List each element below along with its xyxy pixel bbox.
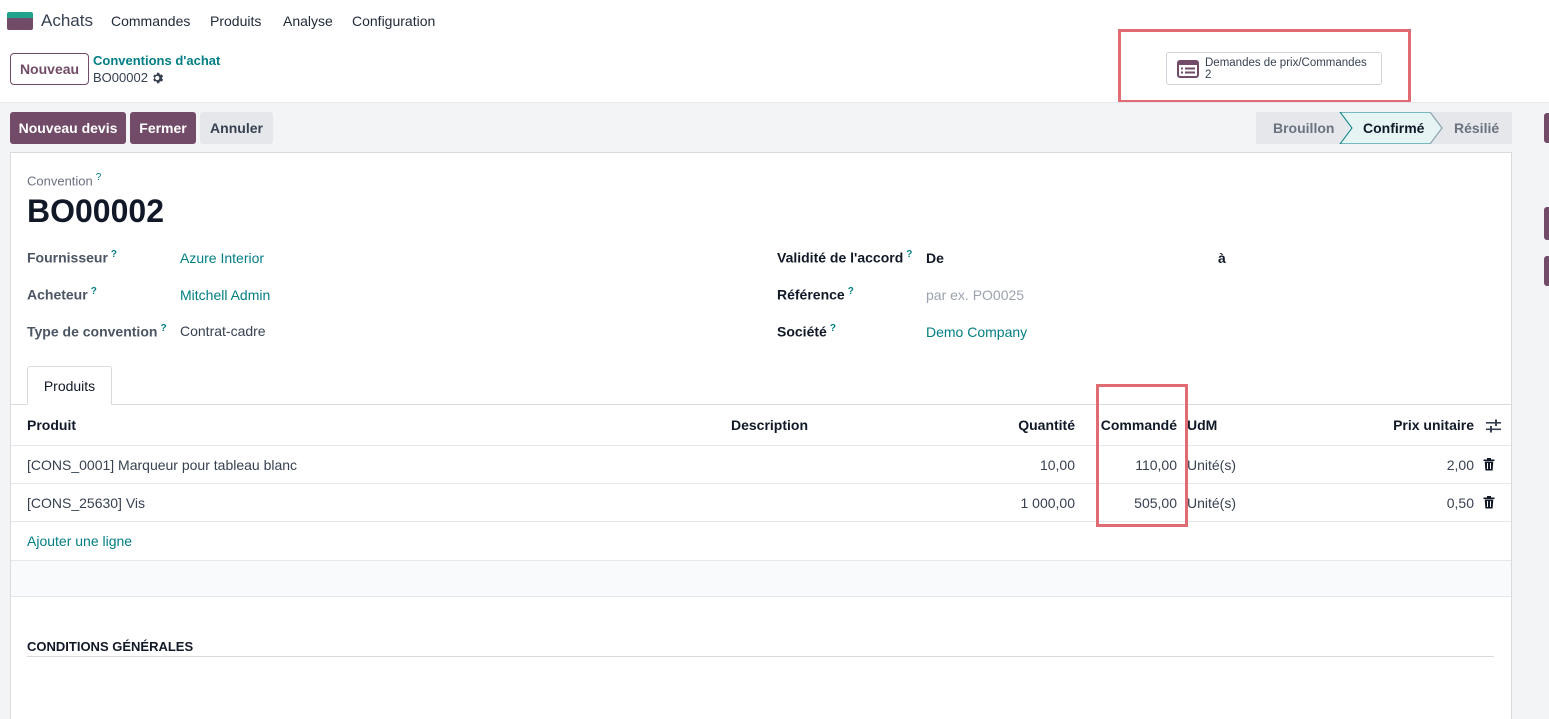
- help-icon[interactable]: ?: [91, 286, 97, 297]
- cell-ordered: 505,00: [1134, 495, 1177, 511]
- col-quantity[interactable]: Quantité: [975, 417, 1075, 433]
- reference-input[interactable]: par ex. PO0025: [926, 287, 1024, 303]
- cell-quantity[interactable]: 1 000,00: [975, 495, 1076, 511]
- agreement-type-field[interactable]: Contrat-cadre: [180, 323, 266, 339]
- cell-uom[interactable]: Unité(s): [1187, 457, 1236, 473]
- row-divider: [11, 521, 1511, 522]
- company-label-text: Société: [777, 323, 827, 340]
- buyer-label-text: Acheteur: [27, 286, 88, 303]
- menu-configuration[interactable]: Configuration: [352, 13, 435, 29]
- col-description[interactable]: Description: [731, 417, 808, 433]
- row-divider: [11, 445, 1511, 446]
- rfq-orders-smart-button[interactable]: Demandes de prix/Commandes 2: [1166, 52, 1382, 85]
- gear-icon[interactable]: [152, 72, 164, 84]
- trash-icon[interactable]: [1483, 496, 1495, 509]
- side-tab-3[interactable]: [1544, 256, 1549, 286]
- supplier-label: Fournisseur?: [27, 249, 117, 266]
- help-icon[interactable]: ?: [96, 172, 102, 183]
- trash-icon[interactable]: [1483, 458, 1495, 471]
- buyer-field[interactable]: Mitchell Admin: [180, 287, 270, 303]
- cell-product[interactable]: [CONS_25630] Vis: [27, 495, 145, 511]
- help-icon[interactable]: ?: [848, 286, 854, 297]
- buyer-label: Acheteur?: [27, 286, 97, 303]
- supplier-field[interactable]: Azure Interior: [180, 250, 264, 266]
- cell-unit-price[interactable]: 2,00: [1374, 457, 1474, 473]
- stage-confirmed[interactable]: Confirmé: [1363, 112, 1424, 144]
- col-unit-price[interactable]: Prix unitaire: [1334, 417, 1474, 433]
- cell-unit-price[interactable]: 0,50: [1374, 495, 1474, 511]
- reference-label: Référence?: [777, 286, 854, 303]
- convention-label: Convention?: [27, 172, 101, 188]
- company-label: Société?: [777, 323, 836, 340]
- menu-produits[interactable]: Produits: [210, 13, 261, 29]
- row-divider: [11, 483, 1511, 484]
- help-icon[interactable]: ?: [160, 323, 166, 334]
- side-tab-2[interactable]: [1544, 207, 1549, 240]
- column-settings-icon[interactable]: [1486, 419, 1501, 433]
- menu-analyse[interactable]: Analyse: [283, 13, 333, 29]
- cell-uom[interactable]: Unité(s): [1187, 495, 1236, 511]
- cell-quantity[interactable]: 10,00: [975, 457, 1075, 473]
- status-bar: Brouillon Confirmé Résilié: [1256, 112, 1512, 144]
- new-quote-button[interactable]: Nouveau devis: [10, 112, 126, 144]
- help-icon[interactable]: ?: [830, 323, 836, 334]
- menu-commandes[interactable]: Commandes: [111, 13, 190, 29]
- company-field[interactable]: Demo Company: [926, 324, 1027, 340]
- stage-terminated[interactable]: Résilié: [1454, 112, 1499, 144]
- cell-product[interactable]: [CONS_0001] Marqueur pour tableau blanc: [27, 457, 297, 473]
- smart-button-label: Demandes de prix/Commandes: [1205, 56, 1367, 69]
- breadcrumb-current: BO00002: [93, 70, 164, 85]
- form-sheet: [10, 152, 1512, 719]
- terms-title: CONDITIONS GÉNÉRALES: [27, 639, 194, 654]
- stage-draft[interactable]: Brouillon: [1273, 112, 1334, 144]
- terms-divider: [27, 656, 1494, 657]
- breadcrumb-parent[interactable]: Conventions d'achat: [93, 53, 220, 68]
- col-uom[interactable]: UdM: [1187, 417, 1217, 433]
- app-name[interactable]: Achats: [41, 11, 93, 31]
- table-footer-row: [11, 560, 1511, 597]
- top-navbar: Achats Commandes Produits Analyse Config…: [0, 0, 1549, 44]
- list-icon: [1177, 59, 1199, 78]
- supplier-label-text: Fournisseur: [27, 249, 108, 266]
- col-ordered[interactable]: Commandé: [1077, 417, 1177, 433]
- reference-label-text: Référence: [777, 286, 845, 303]
- add-line-link[interactable]: Ajouter une ligne: [27, 533, 132, 549]
- validity-label-text: Validité de l'accord: [777, 249, 904, 266]
- cell-ordered: 110,00: [1135, 457, 1177, 473]
- page-title: BO00002: [27, 193, 164, 229]
- smart-button-count: 2: [1205, 68, 1212, 81]
- tab-products[interactable]: Produits: [27, 366, 112, 405]
- tab-divider: [11, 404, 1511, 405]
- app-logo-icon[interactable]: [7, 12, 33, 30]
- close-button[interactable]: Fermer: [130, 112, 196, 144]
- validity-label: Validité de l'accord?: [777, 249, 912, 266]
- help-icon[interactable]: ?: [906, 249, 912, 260]
- col-product[interactable]: Produit: [27, 417, 76, 433]
- side-tab-1[interactable]: [1544, 113, 1549, 143]
- cancel-button[interactable]: Annuler: [200, 112, 273, 144]
- validity-from-label: De: [926, 250, 944, 266]
- agreement-type-label-text: Type de convention: [27, 323, 158, 340]
- convention-label-text: Convention: [27, 173, 93, 189]
- new-button[interactable]: Nouveau: [10, 53, 89, 85]
- validity-to-label: à: [1218, 250, 1226, 266]
- help-icon[interactable]: ?: [111, 249, 117, 260]
- agreement-type-label: Type de convention?: [27, 323, 167, 340]
- breadcrumb-current-label: BO00002: [93, 70, 148, 85]
